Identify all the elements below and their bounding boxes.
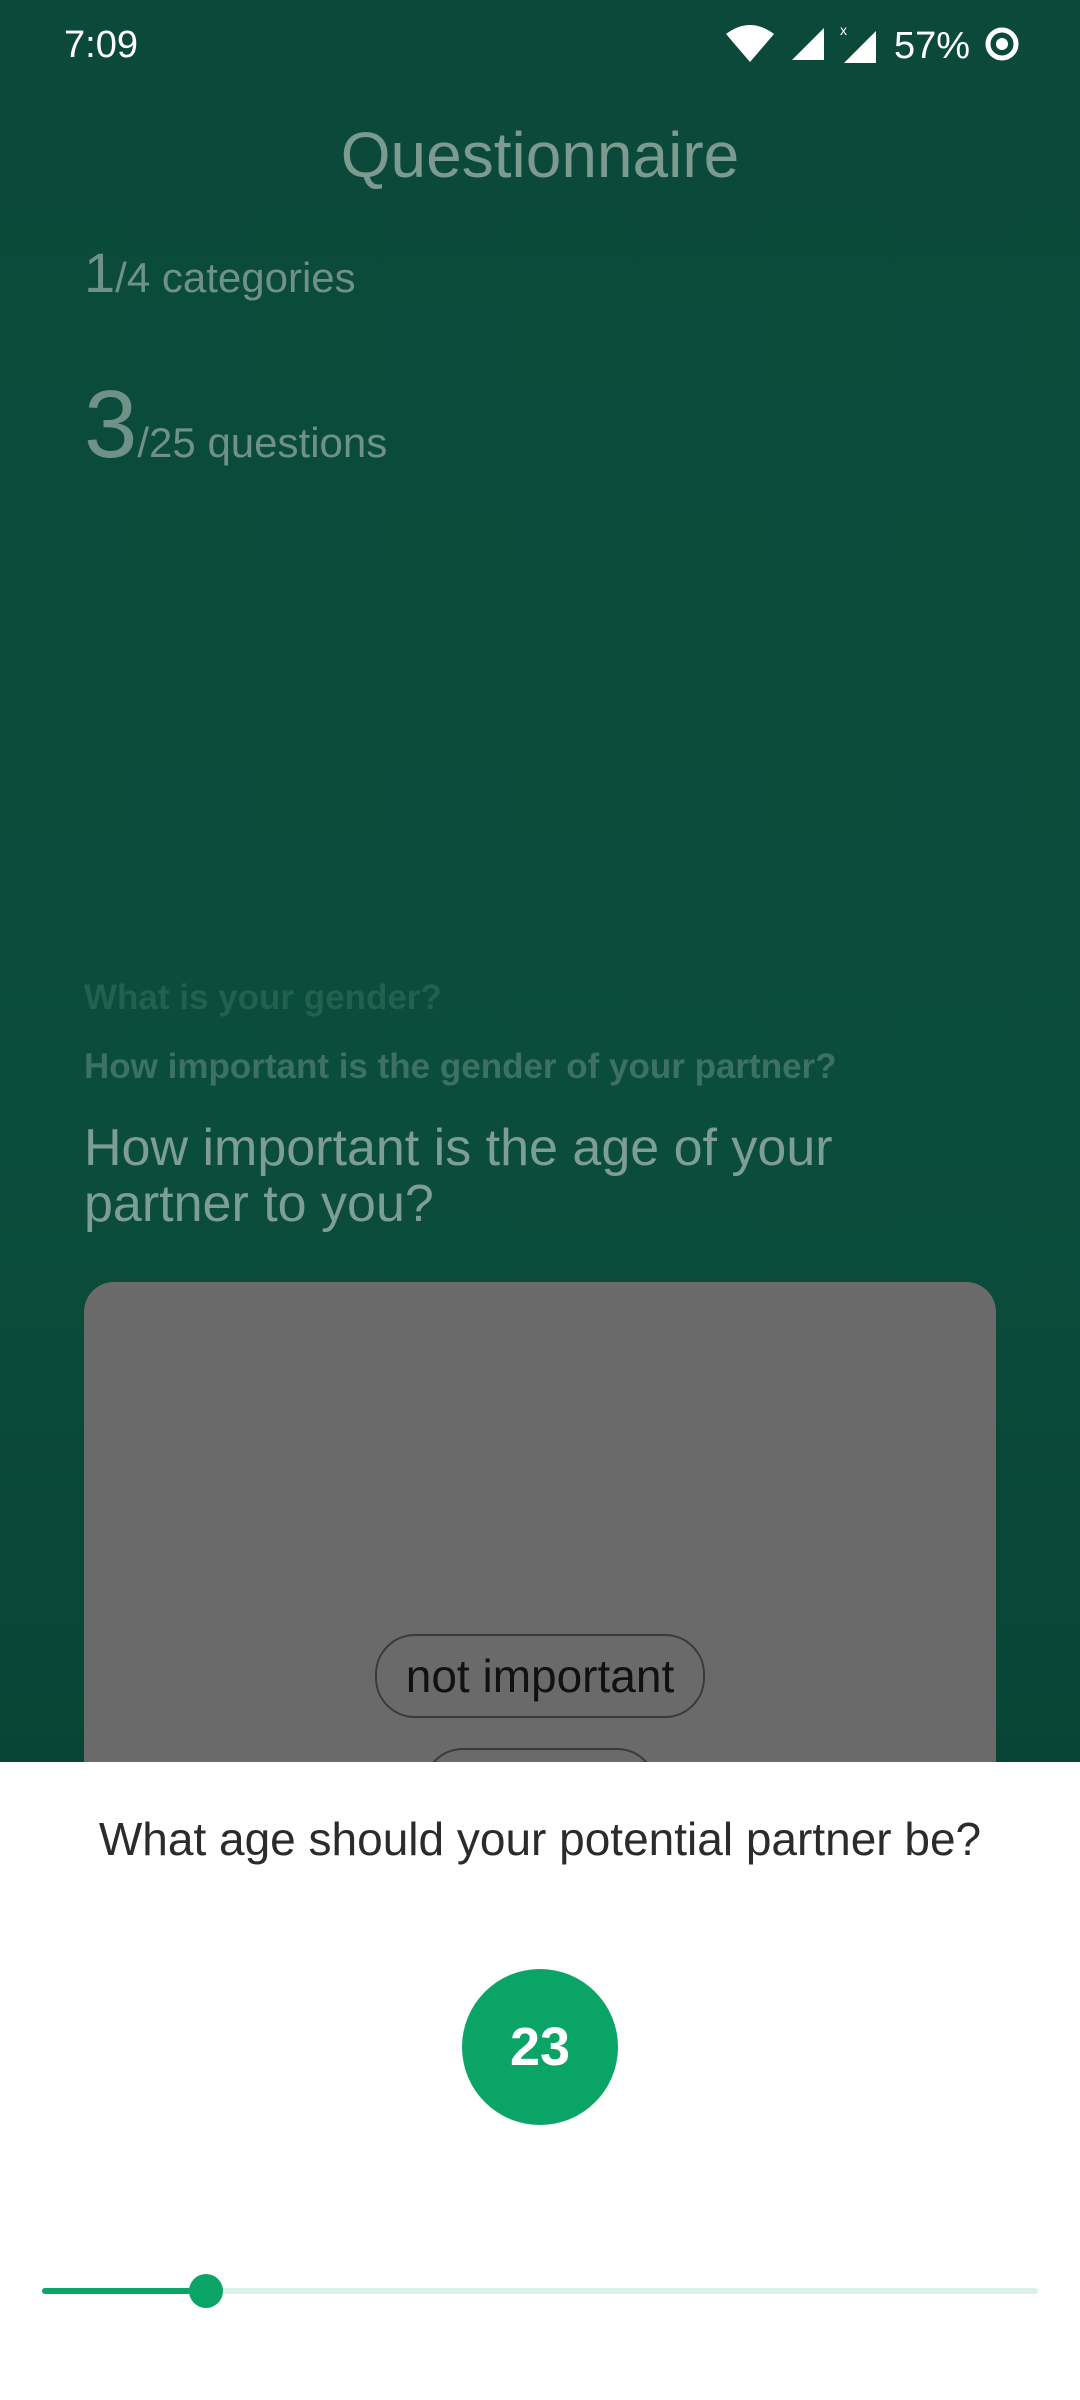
battery-saver-icon bbox=[984, 26, 1020, 67]
age-slider-fill bbox=[42, 2288, 207, 2294]
status-time: 7:09 bbox=[64, 24, 138, 66]
categories-total: /4 categories bbox=[115, 254, 356, 301]
categories-current: 1 bbox=[84, 241, 116, 304]
questions-current: 3 bbox=[84, 371, 138, 478]
age-slider-thumb[interactable] bbox=[189, 2274, 224, 2308]
battery-percent: 57% bbox=[893, 24, 970, 67]
age-slider[interactable] bbox=[42, 2274, 1038, 2308]
current-question: How important is the age of your partner… bbox=[84, 1119, 833, 1233]
status-bar: 7:09 x 57% bbox=[0, 0, 1080, 92]
questions-total: /25 questions bbox=[137, 419, 388, 466]
questions-progress: 3/25 questions bbox=[84, 370, 387, 480]
wifi-icon bbox=[724, 24, 776, 69]
svg-text:x: x bbox=[840, 23, 847, 38]
previous-question[interactable]: How important is the gender of your part… bbox=[84, 1047, 837, 1087]
previous-question[interactable]: What is your gender? bbox=[84, 978, 442, 1018]
page-title: Questionnaire bbox=[340, 119, 740, 191]
answer-card: not important bbox=[84, 1282, 996, 1832]
signal-no-service-icon: x bbox=[840, 22, 880, 70]
categories-progress: 1/4 categories bbox=[84, 240, 356, 305]
signal-icon bbox=[790, 26, 826, 67]
age-question: What age should your potential partner b… bbox=[98, 1813, 982, 1865]
age-bottom-sheet: What age should your potential partner b… bbox=[0, 1762, 1080, 2400]
selected-age-bubble: 23 bbox=[462, 1969, 618, 2125]
answer-option-not-important[interactable]: not important bbox=[375, 1634, 705, 1718]
status-icons: x 57% bbox=[724, 22, 1020, 70]
